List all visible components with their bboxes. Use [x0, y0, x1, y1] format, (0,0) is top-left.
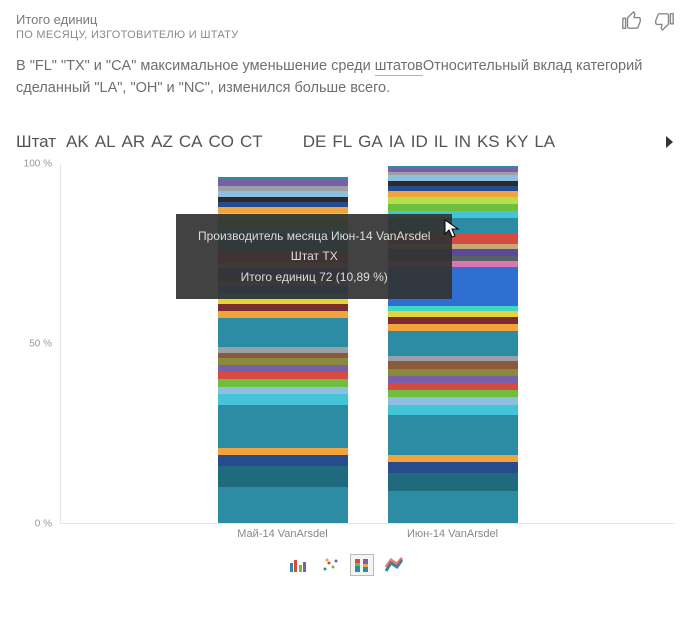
legend-item[interactable]: AK: [66, 132, 89, 152]
bar-segment[interactable]: [218, 252, 348, 263]
chart-type-switcher: [0, 544, 691, 576]
stacked-bar-chart[interactable]: 100 % 50 % 0 % Май-14 VanArsdel Июн-14 V…: [16, 164, 675, 544]
bar-segment[interactable]: [388, 204, 518, 211]
bar-segment[interactable]: [218, 466, 348, 488]
bar-segment[interactable]: [218, 220, 348, 227]
bar-segment[interactable]: [388, 249, 518, 256]
legend-item[interactable]: KY: [506, 132, 529, 152]
legend-item[interactable]: GA: [358, 132, 383, 152]
bar-may14[interactable]: [218, 164, 348, 523]
card-title: Итого единиц: [16, 12, 675, 27]
bar-segment[interactable]: [218, 387, 348, 394]
bar-segment[interactable]: [218, 286, 348, 293]
legend-item[interactable]: [269, 132, 297, 152]
legend-next-icon[interactable]: [665, 134, 675, 154]
legend-item[interactable]: ID: [411, 132, 428, 152]
chart-type-stacked-icon[interactable]: [350, 554, 374, 576]
bar-segment[interactable]: [388, 317, 518, 324]
bar-segment[interactable]: [218, 487, 348, 523]
bar-segment[interactable]: [218, 372, 348, 379]
bar-segment[interactable]: [218, 455, 348, 466]
bar-segment[interactable]: [388, 383, 518, 390]
bar-segment[interactable]: [388, 218, 518, 232]
bar-segment[interactable]: [218, 213, 348, 220]
thumbs-down-icon[interactable]: [653, 10, 675, 37]
legend-item[interactable]: CT: [240, 132, 263, 152]
legend-item[interactable]: LA: [534, 132, 555, 152]
bar-segment[interactable]: [218, 318, 348, 347]
bar-segment[interactable]: [218, 304, 348, 311]
bar-segment[interactable]: [388, 324, 518, 331]
legend-item[interactable]: CO: [209, 132, 235, 152]
chart-type-ribbon-icon[interactable]: [382, 554, 406, 576]
bar-segment[interactable]: [388, 415, 518, 454]
bar-segment[interactable]: [388, 462, 518, 473]
y-axis: 100 % 50 % 0 %: [16, 164, 56, 524]
bar-segment[interactable]: [388, 491, 518, 523]
bar-jun14[interactable]: [388, 164, 518, 523]
bar-segment[interactable]: [218, 379, 348, 386]
chart-type-clustered-icon[interactable]: [286, 554, 310, 576]
legend-item[interactable]: DE: [303, 132, 327, 152]
bar-segment[interactable]: [388, 211, 518, 218]
card-subtitle: ПО МЕСЯЦУ, ИЗГОТОВИТЕЛЮ И ШТАТУ: [16, 29, 675, 41]
x-axis: Май-14 VanArsdel Июн-14 VanArsdel: [60, 524, 675, 544]
insight-text: В "FL" "TX" и "CA" максимальное уменьшен…: [0, 55, 691, 108]
bar-segment[interactable]: [218, 448, 348, 455]
bar-segment[interactable]: [388, 390, 518, 397]
legend: Штат AK AL ARAZ CA COCT DEFL GA IA ID IL IN KS KYLA: [0, 108, 691, 158]
legend-item[interactable]: AR: [122, 132, 146, 152]
bar-segment[interactable]: [388, 361, 518, 368]
bar-segment[interactable]: [388, 331, 518, 356]
bar-segment[interactable]: [218, 311, 348, 318]
bar-segment[interactable]: [218, 365, 348, 372]
bar-segment[interactable]: [388, 376, 518, 383]
bar-segment[interactable]: [388, 197, 518, 204]
legend-item[interactable]: AZ: [151, 132, 173, 152]
bar-segment[interactable]: [218, 358, 348, 365]
bar-segment[interactable]: [218, 405, 348, 448]
bar-segment[interactable]: [388, 233, 518, 244]
legend-item[interactable]: IL: [434, 132, 448, 152]
bar-segment[interactable]: [218, 394, 348, 405]
bar-segment[interactable]: [388, 405, 518, 416]
legend-item[interactable]: FL: [332, 132, 352, 152]
legend-item[interactable]: CA: [179, 132, 203, 152]
legend-item[interactable]: KS: [477, 132, 500, 152]
legend-item[interactable]: IN: [454, 132, 471, 152]
legend-label: Штат: [16, 132, 56, 152]
bar-segment[interactable]: [218, 227, 348, 234]
bar-segment[interactable]: [218, 268, 348, 275]
bar-segment[interactable]: [388, 455, 518, 462]
bar-segment[interactable]: [388, 369, 518, 376]
bar-segment[interactable]: [218, 234, 348, 252]
chart-type-scatter-icon[interactable]: [318, 554, 342, 576]
thumbs-up-icon[interactable]: [621, 10, 643, 37]
bar-segment[interactable]: [388, 267, 518, 306]
legend-item[interactable]: IA: [389, 132, 405, 152]
bar-segment[interactable]: [388, 473, 518, 491]
bar-segment[interactable]: [388, 397, 518, 404]
legend-item[interactable]: AL: [95, 132, 116, 152]
